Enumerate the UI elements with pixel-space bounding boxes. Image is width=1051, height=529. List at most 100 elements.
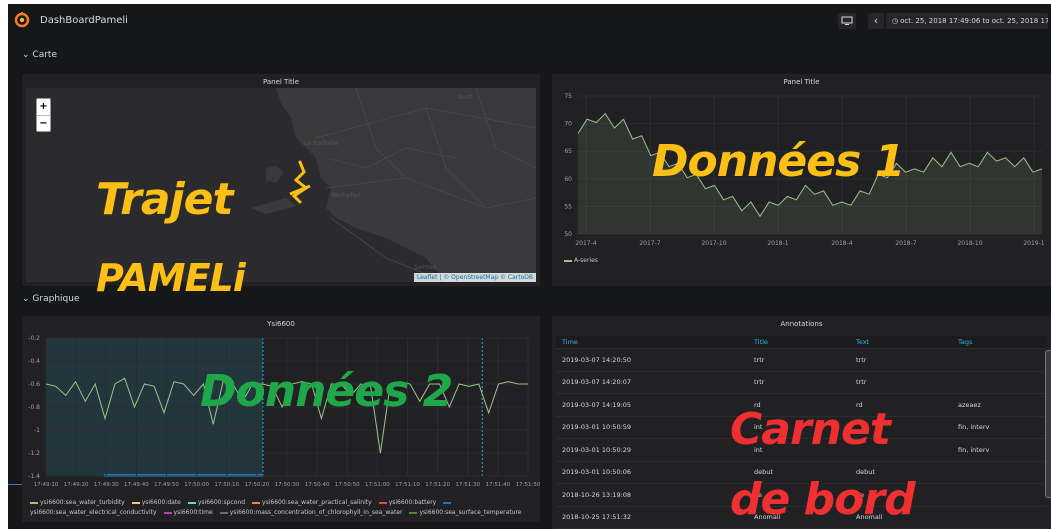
annotations-scrollbar[interactable] [1045, 350, 1051, 498]
legend-label: ysi6600:spcond [197, 499, 246, 506]
column-header-tags[interactable]: Tags [952, 336, 1046, 349]
legend-swatch [163, 511, 172, 514]
chart2-legend: ysi6600:sea_water_turbidity ysi6600:date y… [30, 498, 540, 518]
overlay-donnees-1: Données 1 [652, 136, 905, 187]
x-tick-label: 17:50:20 [245, 482, 270, 488]
map-panel-title[interactable]: Panel Title [22, 78, 540, 86]
legend-label: ysi6600:battery [388, 499, 437, 506]
table-row[interactable]: 2019-03-07 14:20:50 trtr trtr [556, 348, 1046, 371]
row-graphique[interactable]: ⌄ Graphique [22, 294, 79, 304]
chart1-legend-item[interactable]: A-series [574, 257, 598, 264]
overlay-carnet: Carnet [730, 404, 891, 455]
legend-swatch [219, 511, 228, 514]
grafana-dashboard: DashBoardPameli ‹ ◷ oct. 25, 2018 17:49:0… [8, 4, 1051, 529]
place-saintes: Saintes [414, 264, 437, 271]
cell-time: 2019-03-07 14:19:05 [556, 393, 748, 416]
cell-time: 2019-03-01 10:50:29 [556, 438, 748, 461]
x-tick-label: 17:50:50 [335, 482, 360, 488]
legend-swatch [187, 501, 196, 504]
x-tick-label: 2019-1 [1023, 240, 1044, 247]
row-carte[interactable]: ⌄ Carte [22, 50, 57, 60]
time-range-label: oct. 25, 2018 17:49:06 to oct. 25, 2018 … [900, 17, 1048, 25]
legend-swatch [443, 501, 452, 504]
map-attribution[interactable]: Leaflet | © OpenStreetMap © CartoDB [414, 273, 536, 282]
cell-text: trtr [850, 348, 952, 371]
cell-time: 2018-10-26 13:19:08 [556, 483, 748, 506]
overlay-donnees-2: Données 2 [200, 366, 453, 417]
cell-time: 2019-03-07 14:20:07 [556, 370, 748, 394]
y-tick-label: -0.8 [28, 404, 40, 411]
y-tick-label: 55 [564, 203, 572, 210]
column-header-text[interactable]: Text [850, 336, 952, 349]
chart2-legend-item[interactable]: ysi6600:time [163, 509, 213, 516]
chart2-legend-item[interactable]: ysi6600:sea_water_turbidity [30, 499, 125, 506]
column-header-time[interactable]: Time [556, 336, 748, 349]
cell-tags [952, 348, 1046, 371]
time-shift-back-button[interactable]: ‹ [868, 13, 884, 29]
cell-tags [952, 483, 1046, 506]
cell-title: trtr [748, 370, 850, 394]
x-tick-label: 17:49:30 [94, 482, 119, 488]
chevron-left-icon: ‹ [873, 14, 879, 27]
cell-time: 2019-03-01 10:50:06 [556, 460, 748, 484]
overlay-pameli: PAMELi [96, 256, 246, 300]
dashboard-title[interactable]: DashBoardPameli [40, 15, 128, 26]
place-niort: Niort [458, 94, 473, 101]
grafana-logo-icon[interactable] [14, 12, 30, 28]
legend-label: ysi6600:time [173, 509, 213, 516]
blue-line-decoration [8, 484, 22, 485]
row-carte-label: Carte [32, 50, 57, 60]
y-tick-label: 75 [564, 93, 572, 100]
y-tick-label: 65 [564, 148, 572, 155]
cell-time: 2019-03-07 14:20:50 [556, 348, 748, 371]
trajectory-icon [289, 160, 311, 204]
cell-title: trtr [748, 348, 850, 371]
column-header-title[interactable]: Title [748, 336, 850, 349]
legend-label: ysi6600:sea_surface_temperature [419, 509, 522, 516]
legend-swatch [30, 501, 38, 504]
map-zoom-control: + − [36, 98, 51, 132]
cell-tags [952, 460, 1046, 484]
cell-time: 2019-03-01 10:50:59 [556, 415, 748, 439]
x-tick-label: 2018-7 [895, 240, 916, 247]
legend-swatch [378, 501, 387, 504]
cell-tags: fin, interv [952, 438, 1046, 461]
table-header-row: Time Title Text Tags [556, 336, 1046, 349]
x-tick-label: 2018-10 [957, 240, 982, 247]
place-la-rochelle: La Rochelle [304, 140, 339, 147]
chart2-legend-item[interactable]: ysi6600:date [131, 499, 181, 506]
annotations-panel-title[interactable]: Annotations [552, 320, 1051, 328]
y-tick-label: 60 [564, 176, 572, 183]
overlay-de-bord: de bord [730, 474, 916, 525]
tv-mode-button[interactable] [838, 13, 856, 29]
chart2-legend-item[interactable]: ysi6600:battery [378, 499, 437, 506]
x-tick-label: 2018-4 [831, 240, 852, 247]
x-tick-label: 17:51:10 [395, 482, 420, 488]
table-row[interactable]: 2019-03-07 14:20:07 trtr trtr [556, 370, 1046, 394]
chart1-legend: A-series [564, 257, 598, 264]
zoom-in-button[interactable]: + [37, 99, 50, 116]
x-tick-label: 17:49:10 [34, 482, 59, 488]
x-tick-label: 2018-1 [767, 240, 788, 247]
chart2-legend-item[interactable]: ysi6600:sea_surface_temperature [409, 509, 522, 516]
x-tick-label: 17:51:00 [365, 482, 390, 488]
x-tick-label: 17:50:00 [184, 482, 209, 488]
time-range-picker[interactable]: ◷ oct. 25, 2018 17:49:06 to oct. 25, 2018… [886, 13, 1048, 29]
monitor-icon [841, 16, 853, 25]
x-tick-label: 17:51:50 [516, 482, 540, 488]
legend-swatch [564, 259, 572, 262]
x-tick-label: 17:51:40 [486, 482, 511, 488]
chart2-legend-item[interactable]: ysi6600:mass_concentration_of_chlorophyl… [219, 509, 402, 516]
chevron-down-icon: ⌄ [22, 294, 30, 304]
cell-tags [952, 505, 1046, 529]
x-tick-label: 17:50:30 [275, 482, 300, 488]
chart2-panel: Ysi6600 -0.2 -0.4 -0.6 -0.8 -1 -1.2 -1.4 17:49:… [22, 316, 540, 522]
place-rochefort: Rochefort [332, 192, 361, 199]
chart2-legend-item[interactable]: ysi6600:spcond [187, 499, 246, 506]
zoom-out-button[interactable]: − [37, 116, 50, 132]
chart2-legend-item[interactable]: ysi6600:sea_water_practical_salinity [252, 499, 372, 506]
cell-tags [952, 370, 1046, 394]
x-tick-label: 17:51:20 [425, 482, 450, 488]
y-tick-label: -1 [34, 427, 40, 434]
legend-label: ysi6600:sea_water_turbidity [40, 499, 125, 506]
